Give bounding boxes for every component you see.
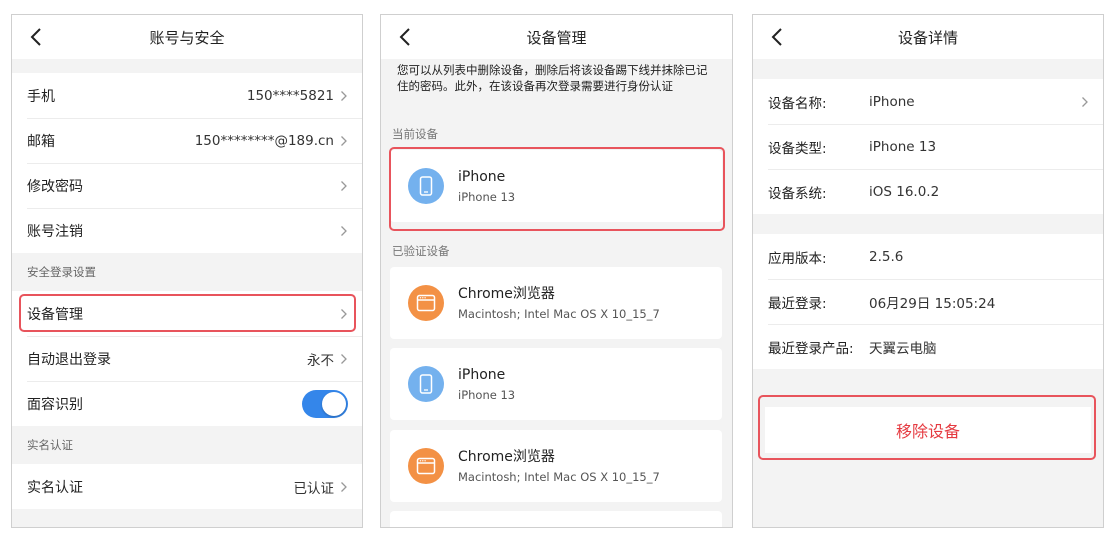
current-device-card[interactable]: iPhone iPhone 13 <box>390 150 722 222</box>
device-info-group: 设备名称: iPhone 设备类型: iPhone 13 设备系统: iOS 1… <box>753 79 1103 214</box>
page-title: 设备详情 <box>897 28 958 47</box>
device-management-screen: 设备管理 您可以从列表中删除设备，删除后将该设备踢下线并抹除已记住的密码。此外，… <box>380 14 733 528</box>
device-notice: 您可以从列表中删除设备，删除后将该设备踢下线并抹除已记住的密码。此外，在该设备再… <box>381 59 732 123</box>
verified-devices-header: 已验证设备 <box>392 244 450 258</box>
row-label: 设备名称: <box>768 95 827 112</box>
row-label: 修改密码 <box>27 178 83 195</box>
device-text: iPhone iPhone 13 <box>458 168 515 205</box>
face-id-row: 面容识别 <box>12 381 362 426</box>
phone-value: 150****5821 <box>246 87 334 104</box>
phone-icon <box>408 366 444 402</box>
device-name: Chrome浏览器 <box>458 448 555 465</box>
device-model: iPhone 13 <box>458 189 516 204</box>
realname-row[interactable]: 实名认证 已认证 <box>12 464 362 509</box>
device-name: iPhone <box>458 168 506 185</box>
navbar: 账号与安全 <box>12 15 362 59</box>
device-os: Macintosh; Intel Mac OS X 10_15_7 <box>458 469 660 484</box>
email-row[interactable]: 邮箱 150********@189.cn <box>12 118 362 163</box>
chevron-right-icon <box>341 353 347 364</box>
last-product-row: 最近登录产品: 天翼云电脑 <box>753 324 1103 369</box>
chevron-right-icon <box>341 90 347 101</box>
cancel-account-row[interactable]: 账号注销 <box>12 208 362 253</box>
verified-device-card[interactable]: iPhone iPhone 13 <box>390 348 722 420</box>
current-device-header: 当前设备 <box>392 127 438 141</box>
realname-group: 实名认证 已认证 <box>12 464 362 509</box>
auto-logout-row[interactable]: 自动退出登录 永不 <box>12 336 362 381</box>
browser-icon <box>408 448 444 484</box>
realname-section-header: 实名认证 <box>27 438 73 452</box>
device-text: Chrome浏览器 Macintosh; Intel Mac OS X 10_1… <box>458 285 660 322</box>
row-label: 设备类型: <box>768 140 827 157</box>
chevron-right-icon <box>341 180 347 191</box>
device-management-row[interactable]: 设备管理 <box>12 291 362 336</box>
email-value: 150********@189.cn <box>194 132 334 149</box>
back-arrow-icon[interactable] <box>395 26 417 48</box>
row-label: 账号注销 <box>27 223 83 240</box>
last-login-value: 06月29日 15:05:24 <box>869 295 996 312</box>
account-group: 手机 150****5821 邮箱 150********@189.cn 修改密… <box>12 73 362 253</box>
device-name: iPhone <box>458 366 506 383</box>
browser-icon <box>408 285 444 321</box>
login-info-group: 应用版本: 2.5.6 最近登录: 06月29日 15:05:24 最近登录产品… <box>753 234 1103 369</box>
change-password-row[interactable]: 修改密码 <box>12 163 362 208</box>
row-label: 邮箱 <box>27 133 55 150</box>
row-label: 手机 <box>27 88 55 105</box>
chevron-right-icon <box>1082 96 1088 107</box>
row-label: 设备管理 <box>27 306 83 323</box>
device-card-partial[interactable] <box>390 511 722 527</box>
row-label: 应用版本: <box>768 250 827 267</box>
device-os-row: 设备系统: iOS 16.0.2 <box>753 169 1103 214</box>
remove-device-button[interactable]: 移除设备 <box>765 407 1091 453</box>
device-os: Macintosh; Intel Mac OS X 10_15_7 <box>458 306 660 321</box>
app-version-value: 2.5.6 <box>869 248 904 265</box>
verified-device-card[interactable]: Chrome浏览器 Macintosh; Intel Mac OS X 10_1… <box>390 267 722 339</box>
device-text: iPhone iPhone 13 <box>458 366 515 403</box>
page-title: 设备管理 <box>526 28 587 47</box>
device-name: Chrome浏览器 <box>458 285 555 302</box>
device-os-value: iOS 16.0.2 <box>869 183 940 200</box>
verified-device-card[interactable]: Chrome浏览器 Macintosh; Intel Mac OS X 10_1… <box>390 430 722 502</box>
page-title: 账号与安全 <box>149 28 225 47</box>
device-type-value: iPhone 13 <box>869 138 937 155</box>
account-security-screen: 账号与安全 手机 150****5821 邮箱 150********@189.… <box>11 14 363 528</box>
last-login-row: 最近登录: 06月29日 15:05:24 <box>753 279 1103 324</box>
navbar: 设备管理 <box>381 15 732 59</box>
app-version-row: 应用版本: 2.5.6 <box>753 234 1103 279</box>
chevron-right-icon <box>341 225 347 236</box>
device-name-value: iPhone <box>869 93 915 110</box>
back-arrow-icon[interactable] <box>767 26 789 48</box>
phone-row[interactable]: 手机 150****5821 <box>12 73 362 118</box>
chevron-right-icon <box>341 481 347 492</box>
face-id-toggle[interactable] <box>302 389 348 418</box>
security-section-header: 安全登录设置 <box>27 265 96 279</box>
chevron-right-icon <box>341 135 347 146</box>
device-detail-screen: 设备详情 设备名称: iPhone 设备类型: iPhone 13 设备系统: … <box>752 14 1104 528</box>
row-label: 最近登录: <box>768 295 827 312</box>
row-label: 实名认证 <box>27 479 83 496</box>
navbar: 设备详情 <box>753 15 1103 59</box>
row-label: 设备系统: <box>768 185 827 202</box>
toggle-knob <box>322 391 346 416</box>
row-label: 面容识别 <box>27 396 83 413</box>
last-product-value: 天翼云电脑 <box>869 340 937 357</box>
device-type-row: 设备类型: iPhone 13 <box>753 124 1103 169</box>
chevron-right-icon <box>341 308 347 319</box>
device-model: iPhone 13 <box>458 387 516 402</box>
realname-status: 已认证 <box>293 480 335 497</box>
phone-icon <box>408 168 444 204</box>
device-name-row[interactable]: 设备名称: iPhone <box>753 79 1103 124</box>
row-label: 最近登录产品: <box>768 340 854 357</box>
back-arrow-icon[interactable] <box>26 26 48 48</box>
security-group: 设备管理 自动退出登录 永不 面容识别 <box>12 291 362 426</box>
row-label: 自动退出登录 <box>27 351 111 368</box>
device-text: Chrome浏览器 Macintosh; Intel Mac OS X 10_1… <box>458 448 660 485</box>
auto-logout-value: 永不 <box>307 352 334 369</box>
